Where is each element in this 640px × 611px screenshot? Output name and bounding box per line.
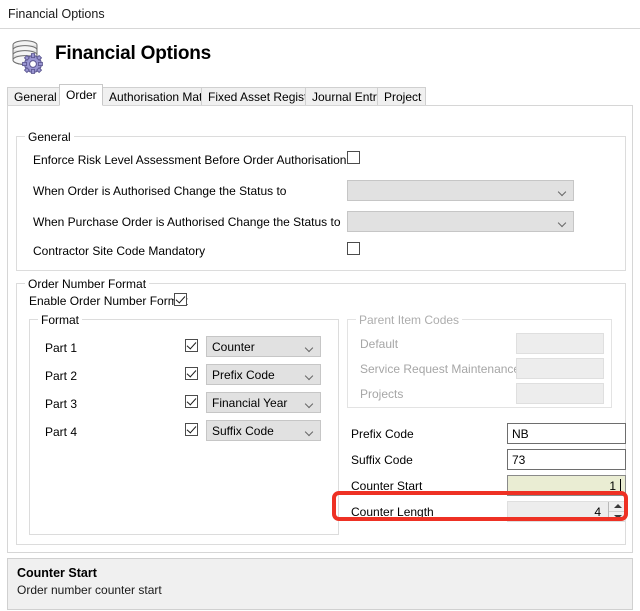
checkbox-part-1[interactable] bbox=[185, 339, 198, 352]
group-parent-item-codes-legend: Parent Item Codes bbox=[356, 313, 463, 327]
spinner-down-icon[interactable] bbox=[609, 512, 626, 521]
label-part-2: Part 2 bbox=[45, 369, 78, 383]
combo-part-2-value: Prefix Code bbox=[212, 368, 275, 382]
combo-part-4-value: Suffix Code bbox=[212, 424, 274, 438]
help-panel-title: Counter Start bbox=[17, 566, 97, 580]
group-general: General Enforce Risk Level Assessment Be… bbox=[16, 130, 626, 271]
checkbox-part-4[interactable] bbox=[185, 423, 198, 436]
input-parent-projects[interactable] bbox=[516, 383, 604, 404]
label-purchase-order-authorised-status: When Purchase Order is Authorised Change… bbox=[33, 215, 341, 229]
label-prefix-code: Prefix Code bbox=[351, 427, 414, 441]
input-counter-start[interactable]: 1 bbox=[507, 475, 626, 496]
label-part-1: Part 1 bbox=[45, 341, 78, 355]
window-title-bar: Financial Options bbox=[0, 0, 640, 29]
chevron-down-icon bbox=[306, 429, 313, 433]
input-suffix-code[interactable]: 73 bbox=[507, 449, 626, 470]
input-parent-default[interactable] bbox=[516, 333, 604, 354]
label-order-authorised-status: When Order is Authorised Change the Stat… bbox=[33, 184, 287, 198]
group-order-number-format-legend: Order Number Format bbox=[25, 277, 150, 291]
combo-part-3[interactable]: Financial Year bbox=[206, 392, 321, 413]
input-prefix-code-value: NB bbox=[512, 427, 529, 441]
combo-part-4[interactable]: Suffix Code bbox=[206, 420, 321, 441]
combo-part-3-value: Financial Year bbox=[212, 396, 288, 410]
checkbox-enable-order-number-format[interactable] bbox=[174, 293, 187, 306]
page-title: Financial Options bbox=[55, 43, 212, 64]
label-enable-order-number-format: Enable Order Number Format bbox=[29, 294, 188, 308]
dialog-body: Financial Options General Order Authoris… bbox=[0, 30, 640, 611]
label-suffix-code: Suffix Code bbox=[351, 453, 413, 467]
label-counter-start: Counter Start bbox=[351, 479, 423, 493]
tab-general[interactable]: General bbox=[7, 87, 60, 105]
group-format: Format Part 1 Counter Part 2 Prefix Code… bbox=[29, 313, 339, 535]
label-contractor-site-code-mandatory: Contractor Site Code Mandatory bbox=[33, 244, 206, 258]
combo-part-2[interactable]: Prefix Code bbox=[206, 364, 321, 385]
label-counter-length: Counter Length bbox=[351, 505, 434, 519]
checkbox-enforce-risk-level[interactable] bbox=[347, 151, 360, 164]
text-caret bbox=[620, 479, 621, 493]
group-format-legend: Format bbox=[38, 313, 83, 327]
tab-journal-entry[interactable]: Journal Entry bbox=[305, 87, 383, 105]
page-header: Financial Options bbox=[0, 30, 640, 82]
window-title: Financial Options bbox=[8, 7, 105, 21]
input-prefix-code[interactable]: NB bbox=[507, 423, 626, 444]
spinner-up-icon[interactable] bbox=[609, 502, 626, 512]
combo-order-authorised-status[interactable] bbox=[347, 180, 574, 201]
checkbox-part-2[interactable] bbox=[185, 367, 198, 380]
tab-strip: General Order Authorisation Matrix Fixed… bbox=[7, 84, 633, 106]
label-parent-service-request-maintenance: Service Request Maintenance bbox=[360, 362, 521, 376]
chevron-down-icon bbox=[559, 189, 566, 193]
input-counter-length-value: 4 bbox=[594, 505, 601, 519]
chevron-down-icon bbox=[306, 401, 313, 405]
group-order-number-format: Order Number Format Enable Order Number … bbox=[16, 277, 626, 545]
counter-length-spinner[interactable] bbox=[608, 502, 626, 521]
tab-page-order: General Enforce Risk Level Assessment Be… bbox=[7, 105, 633, 553]
label-enforce-risk-level: Enforce Risk Level Assessment Before Ord… bbox=[33, 153, 347, 167]
combo-part-1[interactable]: Counter bbox=[206, 336, 321, 357]
combo-purchase-order-authorised-status[interactable] bbox=[347, 211, 574, 232]
combo-part-1-value: Counter bbox=[212, 340, 255, 354]
database-gear-icon bbox=[8, 38, 48, 76]
help-panel: Counter Start Order number counter start bbox=[7, 558, 633, 610]
checkbox-contractor-site-code-mandatory[interactable] bbox=[347, 242, 360, 255]
label-part-3: Part 3 bbox=[45, 397, 78, 411]
chevron-down-icon bbox=[306, 345, 313, 349]
label-parent-default: Default bbox=[360, 337, 399, 351]
label-part-4: Part 4 bbox=[45, 425, 78, 439]
input-parent-service-request-maintenance[interactable] bbox=[516, 358, 604, 379]
checkbox-part-3[interactable] bbox=[185, 395, 198, 408]
label-parent-projects: Projects bbox=[360, 387, 404, 401]
group-general-legend: General bbox=[25, 130, 74, 144]
input-counter-start-value: 1 bbox=[609, 479, 616, 493]
group-parent-item-codes: Parent Item Codes Default Service Reques… bbox=[347, 313, 612, 408]
tab-order[interactable]: Order bbox=[59, 84, 103, 106]
tab-fixed-asset-register[interactable]: Fixed Asset Register bbox=[201, 87, 318, 105]
chevron-down-icon bbox=[306, 373, 313, 377]
tab-project[interactable]: Project bbox=[377, 87, 426, 105]
input-counter-length[interactable]: 4 bbox=[507, 501, 626, 522]
chevron-down-icon bbox=[559, 220, 566, 224]
help-panel-description: Order number counter start bbox=[17, 583, 162, 597]
tab-authorisation-matrix[interactable]: Authorisation Matrix bbox=[102, 87, 215, 105]
input-suffix-code-value: 73 bbox=[512, 453, 526, 467]
